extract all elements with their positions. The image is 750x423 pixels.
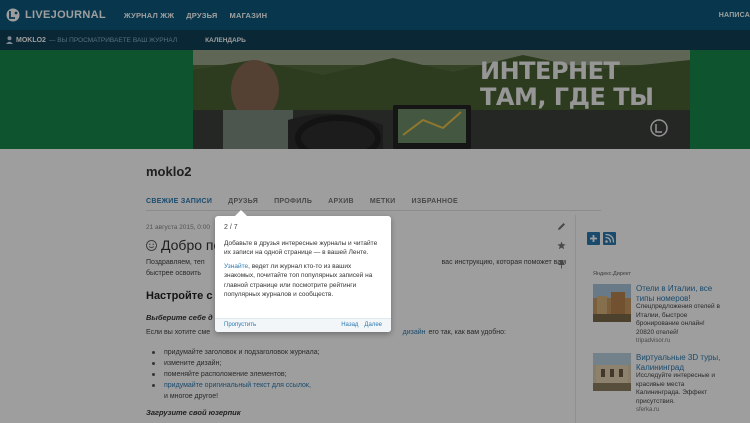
- next-button[interactable]: Далее: [364, 321, 382, 331]
- post-intro-line1-end: вас инструкцию, которая поможет вам: [441, 259, 566, 266]
- design-instructions-end: его так, как вам удобно:: [428, 329, 506, 336]
- rss-icon[interactable]: [603, 232, 616, 245]
- list-item-text: поменяйте расположение элементов;: [164, 371, 287, 378]
- tab-friends[interactable]: ДРУЗЬЯ: [228, 198, 258, 205]
- star-icon[interactable]: [557, 241, 566, 250]
- tooltip-text-2: Узнайте, ведет ли журнал кто-то из ваших…: [224, 262, 382, 300]
- ad-text: Отели в Италии, все типы номеров! Спецпр…: [636, 284, 721, 346]
- tabs-divider: [146, 210, 601, 211]
- post-tools: [557, 222, 566, 269]
- nav-item-friends[interactable]: ДРУЗЬЯ: [186, 11, 217, 20]
- write-post-link[interactable]: НАПИСА: [719, 12, 750, 19]
- skip-button[interactable]: Пропустить: [224, 321, 256, 331]
- post-date: 21 августа 2015, 0:00: [146, 224, 210, 231]
- design-link[interactable]: дизайн: [403, 329, 426, 336]
- logo-text: LIVEJOURNAL: [25, 9, 106, 21]
- sidebar-actions: [587, 232, 616, 245]
- journal-subbar: MOKLO2 — ВЫ ПРОСМАТРИВАЕТЕ ВАШ ЖУРНАЛ КА…: [0, 30, 750, 50]
- onboarding-tooltip: 2 / 7 Добавьте в друзья интересные журна…: [215, 210, 391, 332]
- main-nav: ЖУРНАЛ ЖЖ ДРУЗЬЯ МАГАЗИН: [124, 11, 279, 20]
- top-navigation-bar: LIVEJOURNAL ЖУРНАЛ ЖЖ ДРУЗЬЯ МАГАЗИН НАП…: [0, 0, 750, 30]
- tab-tags[interactable]: МЕТКИ: [370, 198, 396, 205]
- pin-icon[interactable]: [557, 260, 566, 269]
- ad-domain[interactable]: tripadvisor.ru: [636, 337, 721, 346]
- banner-slogan-line1: ИНТЕРНЕТ: [480, 57, 620, 85]
- custom-link-text-link[interactable]: придумайте оригинальный текст для ссылок…: [164, 380, 311, 391]
- viewing-own-journal-note: — ВЫ ПРОСМАТРИВАЕТЕ ВАШ ЖУРНАЛ: [48, 36, 178, 44]
- ad-thumbnail: [593, 284, 631, 322]
- choose-design-heading: Выберите себе д: [146, 313, 213, 322]
- smiley-icon: [146, 239, 157, 251]
- list-item: придумайте заголовок и подзаголовок журн…: [152, 347, 320, 358]
- list-item-text: измените дизайн;: [164, 360, 222, 367]
- list-item-text: придумайте заголовок и подзаголовок журн…: [164, 349, 320, 356]
- ad-block[interactable]: Отели в Италии, все типы номеров! Спецпр…: [593, 284, 721, 346]
- setup-heading: Настройте с: [146, 290, 213, 302]
- sidebar-divider: [575, 215, 576, 423]
- learn-link[interactable]: Узнайте: [224, 263, 248, 270]
- ad-thumbnail: [593, 353, 631, 391]
- ad-domain[interactable]: sferka.ru: [636, 406, 721, 415]
- ad-title[interactable]: Отели в Италии, все типы номеров!: [636, 284, 721, 303]
- back-button[interactable]: Назад: [341, 321, 358, 331]
- livejournal-logo[interactable]: LIVEJOURNAL: [6, 8, 106, 22]
- tour-step-counter: 2 / 7: [224, 224, 238, 231]
- banner-slogan-line2: ТАМ, ГДЕ ТЫ: [480, 83, 654, 111]
- edit-icon[interactable]: [557, 222, 566, 231]
- current-user[interactable]: MOKLO2: [6, 36, 46, 44]
- add-friend-icon[interactable]: [587, 232, 600, 245]
- post-intro-line1: Поздравляем, теп: [146, 259, 205, 266]
- tooltip-footer: Пропустить Назад Далее: [215, 318, 391, 332]
- list-item: измените дизайн;: [152, 358, 320, 369]
- nav-item-journal[interactable]: ЖУРНАЛ ЖЖ: [124, 11, 174, 20]
- banner-slogan: ИНТЕРНЕТ ТАМ, ГДЕ ТЫ: [480, 57, 654, 111]
- journal-header-banner: ИНТЕРНЕТ ТАМ, ГДЕ ТЫ: [0, 50, 750, 149]
- design-instructions-start: Если вы хотите сме: [146, 329, 211, 336]
- userpic-heading: Загрузите свой юзерпик: [146, 408, 241, 417]
- tooltip-text: Добавьте в друзья интересные журналы и ч…: [224, 239, 378, 257]
- tab-profile[interactable]: ПРОФИЛЬ: [274, 198, 312, 205]
- calendar-link[interactable]: КАЛЕНДАРЬ: [205, 37, 246, 44]
- design-options-list: придумайте заголовок и подзаголовок журн…: [152, 347, 320, 402]
- ad-block[interactable]: Виртуальные 3D туры, Калининград Исследу…: [593, 353, 721, 415]
- nav-item-shop[interactable]: МАГАЗИН: [230, 11, 268, 20]
- journal-tabs: СВЕЖИЕ ЗАПИСИ ДРУЗЬЯ ПРОФИЛЬ АРХИВ МЕТКИ…: [146, 198, 474, 205]
- ad-text: Виртуальные 3D туры, Калининград Исследу…: [636, 353, 721, 415]
- list-item: поменяйте расположение элементов;: [152, 369, 320, 380]
- tab-favorites[interactable]: ИЗБРАННОЕ: [411, 198, 457, 205]
- list-item: придумайте оригинальный текст для ссылок…: [152, 380, 320, 391]
- list-item-text: и многое другое!: [164, 393, 219, 400]
- tab-archive[interactable]: АРХИВ: [328, 198, 354, 205]
- journal-title[interactable]: moklo2: [146, 164, 192, 179]
- username-label: MOKLO2: [16, 36, 46, 44]
- ad-description: Исследуйте интересные и красивые места К…: [636, 372, 715, 405]
- list-item: и многое другое!: [164, 391, 320, 402]
- ad-title[interactable]: Виртуальные 3D туры, Калининград: [636, 353, 721, 372]
- user-icon: [6, 36, 13, 44]
- ads-label: Яндекс.Директ: [593, 271, 631, 277]
- livejournal-logo-icon: [6, 8, 20, 22]
- tab-recent-entries[interactable]: СВЕЖИЕ ЗАПИСИ: [146, 198, 212, 205]
- ad-description: Спецпредложения отелей в Италии, быстрое…: [636, 303, 720, 336]
